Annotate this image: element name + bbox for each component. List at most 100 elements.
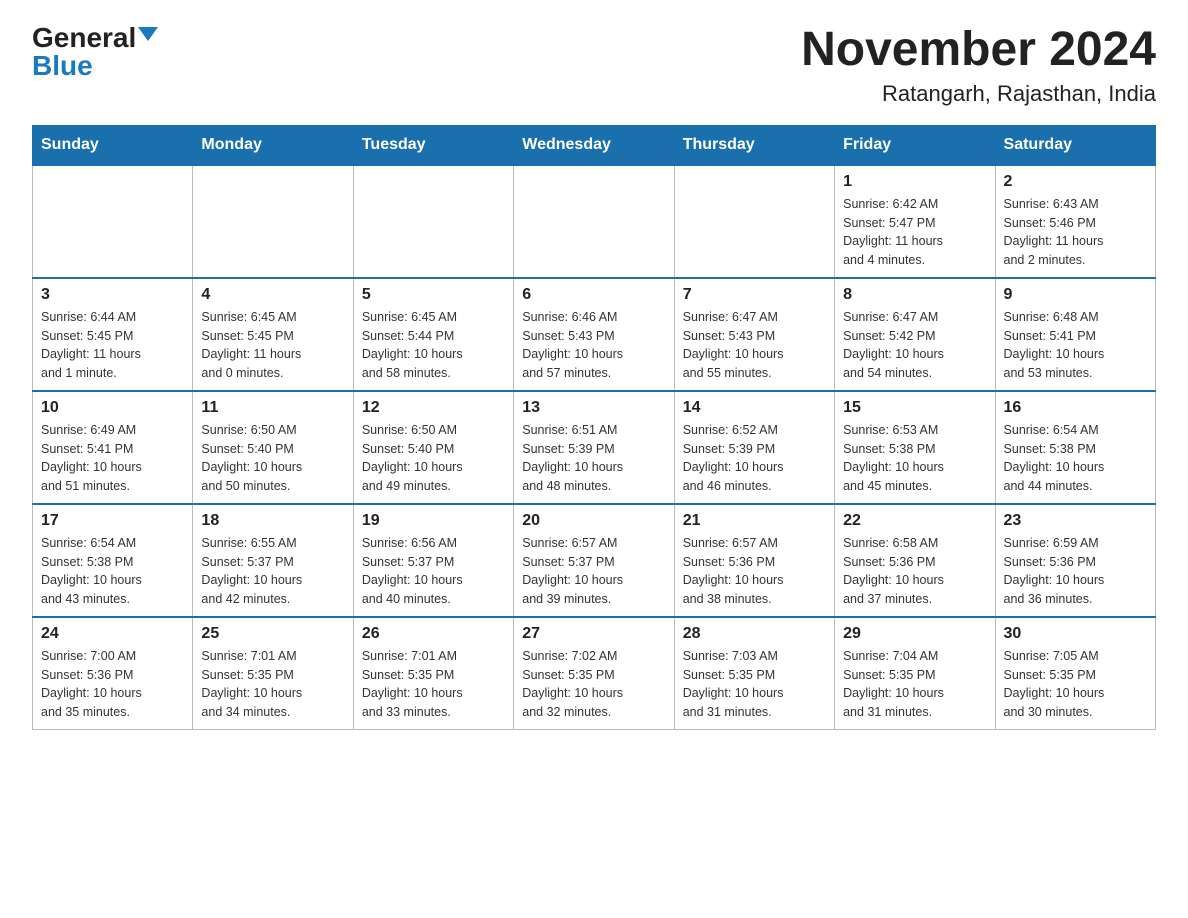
day-info: Sunrise: 6:47 AMSunset: 5:43 PMDaylight:… xyxy=(683,308,826,383)
calendar-day-cell: 26 Sunrise: 7:01 AMSunset: 5:35 PMDayligh… xyxy=(353,617,513,730)
day-number: 18 xyxy=(201,512,344,530)
day-info: Sunrise: 7:05 AMSunset: 5:35 PMDaylight:… xyxy=(1004,647,1147,722)
calendar-day-cell: 25 Sunrise: 7:01 AMSunset: 5:35 PMDayligh… xyxy=(193,617,353,730)
day-info: Sunrise: 7:03 AMSunset: 5:35 PMDaylight:… xyxy=(683,647,826,722)
calendar-day-cell: 14Sunrise: 6:52 AMSunset: 5:39 PMDayligh… xyxy=(674,391,834,504)
calendar-week-row: 3Sunrise: 6:44 AMSunset: 5:45 PMDaylight… xyxy=(33,278,1156,391)
calendar-day-cell: 12 Sunrise: 6:50 AMSunset: 5:40 PMDayligh… xyxy=(353,391,513,504)
calendar-day-cell: 24 Sunrise: 7:00 AMSunset: 5:36 PMDayligh… xyxy=(33,617,193,730)
calendar-weekday-header: Thursday xyxy=(674,125,834,165)
calendar-day-cell: 28 Sunrise: 7:03 AMSunset: 5:35 PMDayligh… xyxy=(674,617,834,730)
calendar-weekday-header: Tuesday xyxy=(353,125,513,165)
calendar-day-cell: 20 Sunrise: 6:57 AMSunset: 5:37 PMDayligh… xyxy=(514,504,674,617)
calendar-day-cell xyxy=(193,165,353,278)
title-area: November 2024 Ratangarh, Rajasthan, Indi… xyxy=(801,24,1156,107)
calendar-week-row: 1Sunrise: 6:42 AMSunset: 5:47 PMDaylight… xyxy=(33,165,1156,278)
day-number: 3 xyxy=(41,286,184,304)
calendar-day-cell: 8Sunrise: 6:47 AMSunset: 5:42 PMDaylight… xyxy=(835,278,995,391)
day-number: 10 xyxy=(41,399,184,417)
day-number: 29 xyxy=(843,625,986,643)
day-info: Sunrise: 6:43 AMSunset: 5:46 PMDaylight:… xyxy=(1004,195,1147,270)
calendar-header-row: SundayMondayTuesdayWednesdayThursdayFrid… xyxy=(33,125,1156,165)
calendar-day-cell: 22Sunrise: 6:58 AMSunset: 5:36 PMDayligh… xyxy=(835,504,995,617)
calendar-day-cell xyxy=(514,165,674,278)
day-number: 24 xyxy=(41,625,184,643)
calendar-weekday-header: Monday xyxy=(193,125,353,165)
day-number: 16 xyxy=(1004,399,1147,417)
calendar-day-cell: 7Sunrise: 6:47 AMSunset: 5:43 PMDaylight… xyxy=(674,278,834,391)
day-info: Sunrise: 7:02 AMSunset: 5:35 PMDaylight:… xyxy=(522,647,665,722)
day-info: Sunrise: 6:50 AMSunset: 5:40 PMDaylight:… xyxy=(362,421,505,496)
day-number: 12 xyxy=(362,399,505,417)
day-number: 28 xyxy=(683,625,826,643)
day-number: 23 xyxy=(1004,512,1147,530)
calendar-day-cell: 29 Sunrise: 7:04 AMSunset: 5:35 PMDayligh… xyxy=(835,617,995,730)
calendar-day-cell: 3Sunrise: 6:44 AMSunset: 5:45 PMDaylight… xyxy=(33,278,193,391)
calendar-day-cell: 27 Sunrise: 7:02 AMSunset: 5:35 PMDayligh… xyxy=(514,617,674,730)
header: General Blue November 2024 Ratangarh, Ra… xyxy=(32,24,1156,107)
day-number: 4 xyxy=(201,286,344,304)
day-info: Sunrise: 6:54 AMSunset: 5:38 PMDaylight:… xyxy=(1004,421,1147,496)
day-info: Sunrise: 6:45 AMSunset: 5:45 PMDaylight:… xyxy=(201,308,344,383)
calendar-weekday-header: Sunday xyxy=(33,125,193,165)
day-info: Sunrise: 7:01 AMSunset: 5:35 PMDaylight:… xyxy=(362,647,505,722)
calendar-day-cell: 21Sunrise: 6:57 AMSunset: 5:36 PMDayligh… xyxy=(674,504,834,617)
day-info: Sunrise: 7:00 AMSunset: 5:36 PMDaylight:… xyxy=(41,647,184,722)
day-number: 8 xyxy=(843,286,986,304)
day-info: Sunrise: 6:57 AMSunset: 5:37 PMDaylight:… xyxy=(522,534,665,609)
day-number: 25 xyxy=(201,625,344,643)
calendar-week-row: 24 Sunrise: 7:00 AMSunset: 5:36 PMDayligh… xyxy=(33,617,1156,730)
calendar-weekday-header: Saturday xyxy=(995,125,1155,165)
day-info: Sunrise: 7:01 AMSunset: 5:35 PMDaylight:… xyxy=(201,647,344,722)
logo-triangle-icon xyxy=(138,27,158,41)
calendar-day-cell: 19 Sunrise: 6:56 AMSunset: 5:37 PMDayligh… xyxy=(353,504,513,617)
calendar-day-cell xyxy=(33,165,193,278)
location-title: Ratangarh, Rajasthan, India xyxy=(801,81,1156,107)
day-number: 19 xyxy=(362,512,505,530)
day-info: Sunrise: 6:55 AMSunset: 5:37 PMDaylight:… xyxy=(201,534,344,609)
day-number: 11 xyxy=(201,399,344,417)
calendar-day-cell: 9Sunrise: 6:48 AMSunset: 5:41 PMDaylight… xyxy=(995,278,1155,391)
month-title: November 2024 xyxy=(801,24,1156,77)
logo-blue-text: Blue xyxy=(32,50,93,81)
calendar-day-cell: 1Sunrise: 6:42 AMSunset: 5:47 PMDaylight… xyxy=(835,165,995,278)
calendar-day-cell: 4 Sunrise: 6:45 AMSunset: 5:45 PMDaylight… xyxy=(193,278,353,391)
day-info: Sunrise: 6:53 AMSunset: 5:38 PMDaylight:… xyxy=(843,421,986,496)
calendar-day-cell: 17 Sunrise: 6:54 AMSunset: 5:38 PMDayligh… xyxy=(33,504,193,617)
calendar-day-cell: 13 Sunrise: 6:51 AMSunset: 5:39 PMDayligh… xyxy=(514,391,674,504)
calendar-day-cell: 23 Sunrise: 6:59 AMSunset: 5:36 PMDayligh… xyxy=(995,504,1155,617)
calendar-table: SundayMondayTuesdayWednesdayThursdayFrid… xyxy=(32,125,1156,730)
day-info: Sunrise: 6:51 AMSunset: 5:39 PMDaylight:… xyxy=(522,421,665,496)
logo: General Blue xyxy=(32,24,158,80)
day-number: 5 xyxy=(362,286,505,304)
calendar-week-row: 10Sunrise: 6:49 AMSunset: 5:41 PMDayligh… xyxy=(33,391,1156,504)
calendar-day-cell: 16 Sunrise: 6:54 AMSunset: 5:38 PMDayligh… xyxy=(995,391,1155,504)
calendar-day-cell: 2 Sunrise: 6:43 AMSunset: 5:46 PMDaylight… xyxy=(995,165,1155,278)
day-number: 2 xyxy=(1004,173,1147,191)
calendar-week-row: 17 Sunrise: 6:54 AMSunset: 5:38 PMDayligh… xyxy=(33,504,1156,617)
calendar-day-cell: 18 Sunrise: 6:55 AMSunset: 5:37 PMDayligh… xyxy=(193,504,353,617)
calendar-day-cell xyxy=(674,165,834,278)
day-info: Sunrise: 6:59 AMSunset: 5:36 PMDaylight:… xyxy=(1004,534,1147,609)
day-info: Sunrise: 6:54 AMSunset: 5:38 PMDaylight:… xyxy=(41,534,184,609)
day-number: 13 xyxy=(522,399,665,417)
logo-general-text: General xyxy=(32,24,136,52)
day-info: Sunrise: 6:57 AMSunset: 5:36 PMDaylight:… xyxy=(683,534,826,609)
day-info: Sunrise: 7:04 AMSunset: 5:35 PMDaylight:… xyxy=(843,647,986,722)
day-number: 1 xyxy=(843,173,986,191)
calendar-body: 1Sunrise: 6:42 AMSunset: 5:47 PMDaylight… xyxy=(33,165,1156,730)
day-number: 26 xyxy=(362,625,505,643)
calendar-day-cell: 10Sunrise: 6:49 AMSunset: 5:41 PMDayligh… xyxy=(33,391,193,504)
day-number: 17 xyxy=(41,512,184,530)
calendar-day-cell xyxy=(353,165,513,278)
day-number: 27 xyxy=(522,625,665,643)
day-number: 30 xyxy=(1004,625,1147,643)
day-info: Sunrise: 6:50 AMSunset: 5:40 PMDaylight:… xyxy=(201,421,344,496)
day-info: Sunrise: 6:46 AMSunset: 5:43 PMDaylight:… xyxy=(522,308,665,383)
day-number: 9 xyxy=(1004,286,1147,304)
calendar-day-cell: 15 Sunrise: 6:53 AMSunset: 5:38 PMDayligh… xyxy=(835,391,995,504)
day-number: 14 xyxy=(683,399,826,417)
day-info: Sunrise: 6:56 AMSunset: 5:37 PMDaylight:… xyxy=(362,534,505,609)
day-number: 20 xyxy=(522,512,665,530)
day-number: 15 xyxy=(843,399,986,417)
